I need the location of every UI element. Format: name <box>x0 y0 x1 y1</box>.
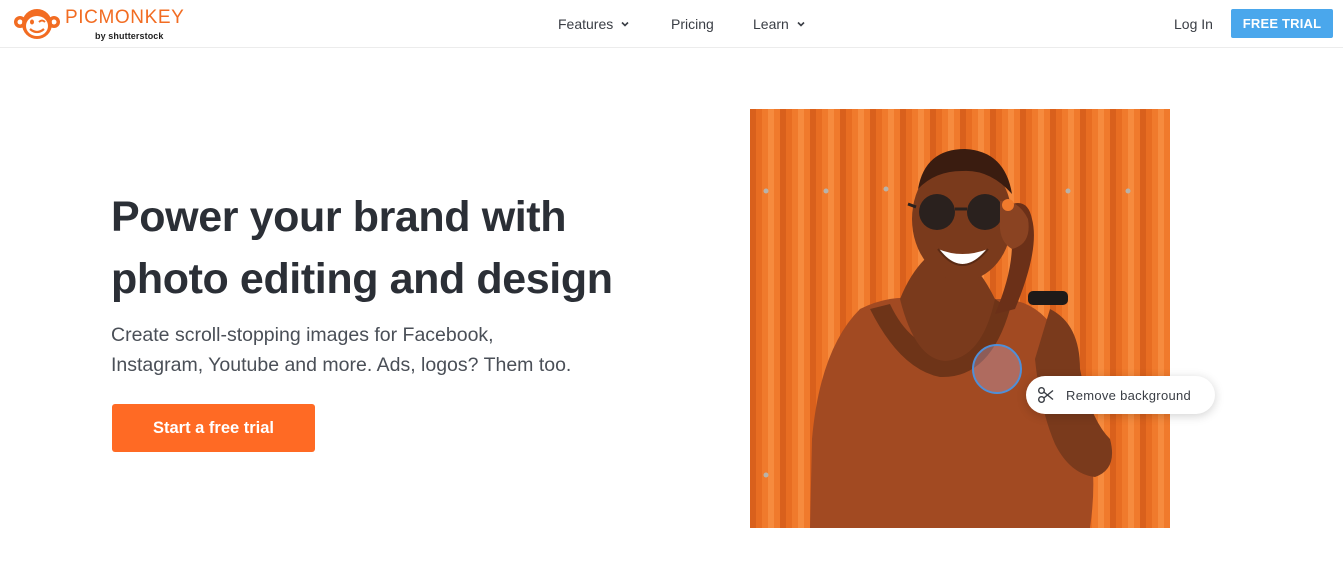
monkey-logo-icon <box>14 9 60 39</box>
remove-background-label: Remove background <box>1066 387 1192 403</box>
hero-headline: Power your brand with photo editing and … <box>111 186 671 310</box>
nav-learn-label: Learn <box>753 15 789 32</box>
picmonkey-logo[interactable]: PICMONKEY by shutterstock <box>13 6 184 44</box>
nav-features[interactable]: Features <box>558 0 630 47</box>
hero-subtext-line1: Create scroll-stopping images for Facebo… <box>111 324 494 346</box>
nav-pricing-label: Pricing <box>671 15 714 32</box>
woman-photo-illustration <box>750 109 1170 528</box>
scissors-icon <box>1038 387 1054 403</box>
login-link[interactable]: Log In <box>1174 0 1213 47</box>
site-header: PICMONKEY by shutterstock Features Prici… <box>0 0 1343 48</box>
start-free-trial-button[interactable]: Start a free trial <box>112 404 315 452</box>
free-trial-button[interactable]: FREE TRIAL <box>1231 9 1333 38</box>
brush-cursor <box>972 344 1022 394</box>
chevron-down-icon <box>797 21 805 27</box>
hero-headline-line2: photo editing and design <box>111 255 613 303</box>
brand-name: PICMONKEY <box>65 7 185 28</box>
hero-subtext: Create scroll-stopping images for Facebo… <box>111 320 591 380</box>
remove-background-chip[interactable]: Remove background <box>1026 376 1215 414</box>
hero-photo <box>750 109 1170 528</box>
nav-features-label: Features <box>558 15 614 32</box>
nav-learn[interactable]: Learn <box>753 0 806 47</box>
nav-pricing[interactable]: Pricing <box>671 0 714 47</box>
hero-subtext-line2: Instagram, Youtube and more. Ads, logos?… <box>111 354 572 376</box>
chevron-down-icon <box>621 21 629 27</box>
hero-headline-line1: Power your brand with <box>111 193 567 241</box>
brand-subtitle: by shutterstock <box>95 31 164 41</box>
